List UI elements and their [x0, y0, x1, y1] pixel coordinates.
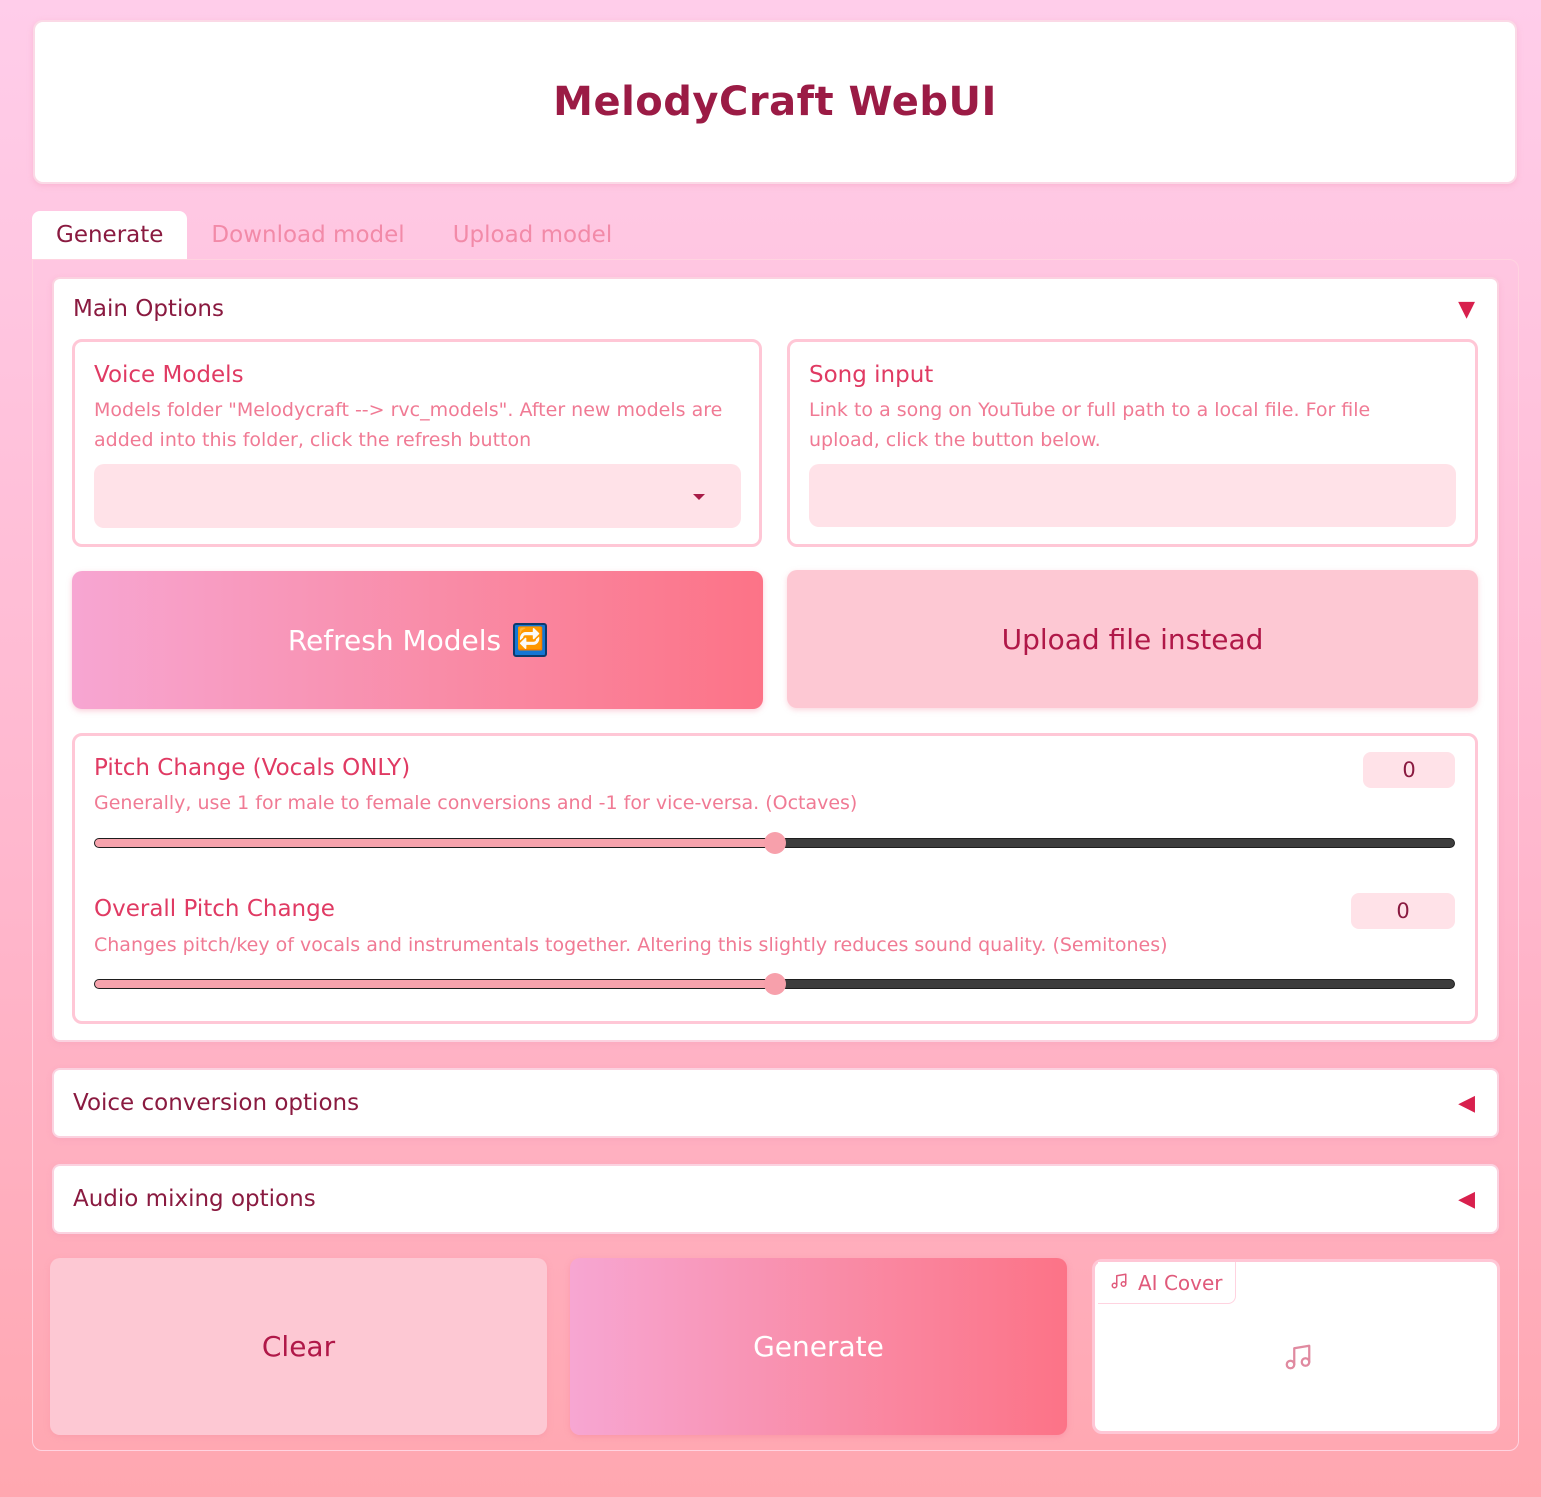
song-input-info-line1: Link to a song on YouTube or full path t…: [809, 399, 1371, 421]
refresh-models-button[interactable]: Refresh Models 🔁: [72, 571, 763, 709]
tab-bar: Generate Download model Upload model: [32, 211, 636, 259]
chevron-down-icon[interactable]: [693, 494, 705, 500]
overall-pitch-number-input[interactable]: 0: [1351, 893, 1455, 929]
music-note-icon: [1283, 1342, 1313, 1376]
song-input-field: Song input Link to a song on YouTube or …: [787, 339, 1478, 547]
audio-mixing-title[interactable]: Audio mixing options: [73, 1186, 316, 1212]
generate-button[interactable]: Generate: [570, 1258, 1067, 1435]
upload-file-button[interactable]: Upload file instead: [787, 570, 1478, 708]
pitch-change-info: Generally, use 1 for male to female conv…: [94, 792, 858, 814]
pitch-change-label: Pitch Change (Vocals ONLY): [94, 755, 411, 781]
music-note-icon: [1110, 1271, 1128, 1295]
app-title: MelodyCraft WebUI: [553, 79, 997, 125]
voice-conversion-accordion[interactable]: Voice conversion options ◀: [52, 1068, 1499, 1138]
header-card: MelodyCraft WebUI: [33, 20, 1517, 184]
tab-upload-model[interactable]: Upload model: [429, 211, 637, 259]
overall-pitch-slider[interactable]: [94, 973, 1455, 995]
overall-pitch-info: Changes pitch/key of vocals and instrume…: [94, 934, 1168, 956]
main-options-title[interactable]: Main Options: [73, 296, 224, 322]
audio-mixing-accordion[interactable]: Audio mixing options ◀: [52, 1164, 1499, 1234]
voice-models-field: Voice Models Models folder "Melodycraft …: [72, 339, 762, 547]
voice-models-info-line1: Models folder "Melodycraft --> rvc_model…: [94, 399, 723, 421]
song-input-label: Song input: [809, 362, 934, 388]
pitch-change-slider-fill: [95, 839, 775, 847]
tab-generate[interactable]: Generate: [32, 211, 188, 259]
voice-models-dropdown[interactable]: [94, 464, 741, 528]
overall-pitch-label: Overall Pitch Change: [94, 896, 335, 922]
refresh-models-label: Refresh Models: [287, 623, 502, 657]
collapse-arrow-icon[interactable]: ▼: [1458, 299, 1475, 321]
clear-button[interactable]: Clear: [50, 1258, 547, 1435]
ai-cover-label-badge: AI Cover: [1098, 1262, 1236, 1304]
voice-models-info-line2: added into this folder, click the refres…: [94, 429, 532, 451]
pitch-change-slider[interactable]: [94, 832, 1455, 854]
tab-download-model[interactable]: Download model: [187, 211, 428, 259]
pitch-change-slider-thumb[interactable]: [763, 832, 786, 854]
upload-file-label: Upload file instead: [1001, 622, 1264, 656]
expand-arrow-icon[interactable]: ◀: [1458, 1189, 1475, 1211]
voice-models-label: Voice Models: [94, 362, 244, 388]
ai-cover-label: AI Cover: [1138, 1270, 1223, 1295]
refresh-icon: 🔁: [513, 623, 548, 657]
pitch-change-number-input[interactable]: 0: [1363, 752, 1455, 788]
generate-button-label: Generate: [753, 1330, 884, 1363]
voice-conversion-title[interactable]: Voice conversion options: [73, 1090, 359, 1116]
song-input-info-line2: upload, click the button below.: [809, 429, 1101, 451]
overall-pitch-slider-fill: [95, 980, 775, 988]
ai-cover-audio-output: AI Cover: [1092, 1259, 1500, 1434]
overall-pitch-slider-thumb[interactable]: [763, 973, 786, 995]
clear-button-label: Clear: [261, 1330, 336, 1363]
expand-arrow-icon[interactable]: ◀: [1458, 1093, 1475, 1115]
song-input-textbox[interactable]: [809, 464, 1456, 527]
